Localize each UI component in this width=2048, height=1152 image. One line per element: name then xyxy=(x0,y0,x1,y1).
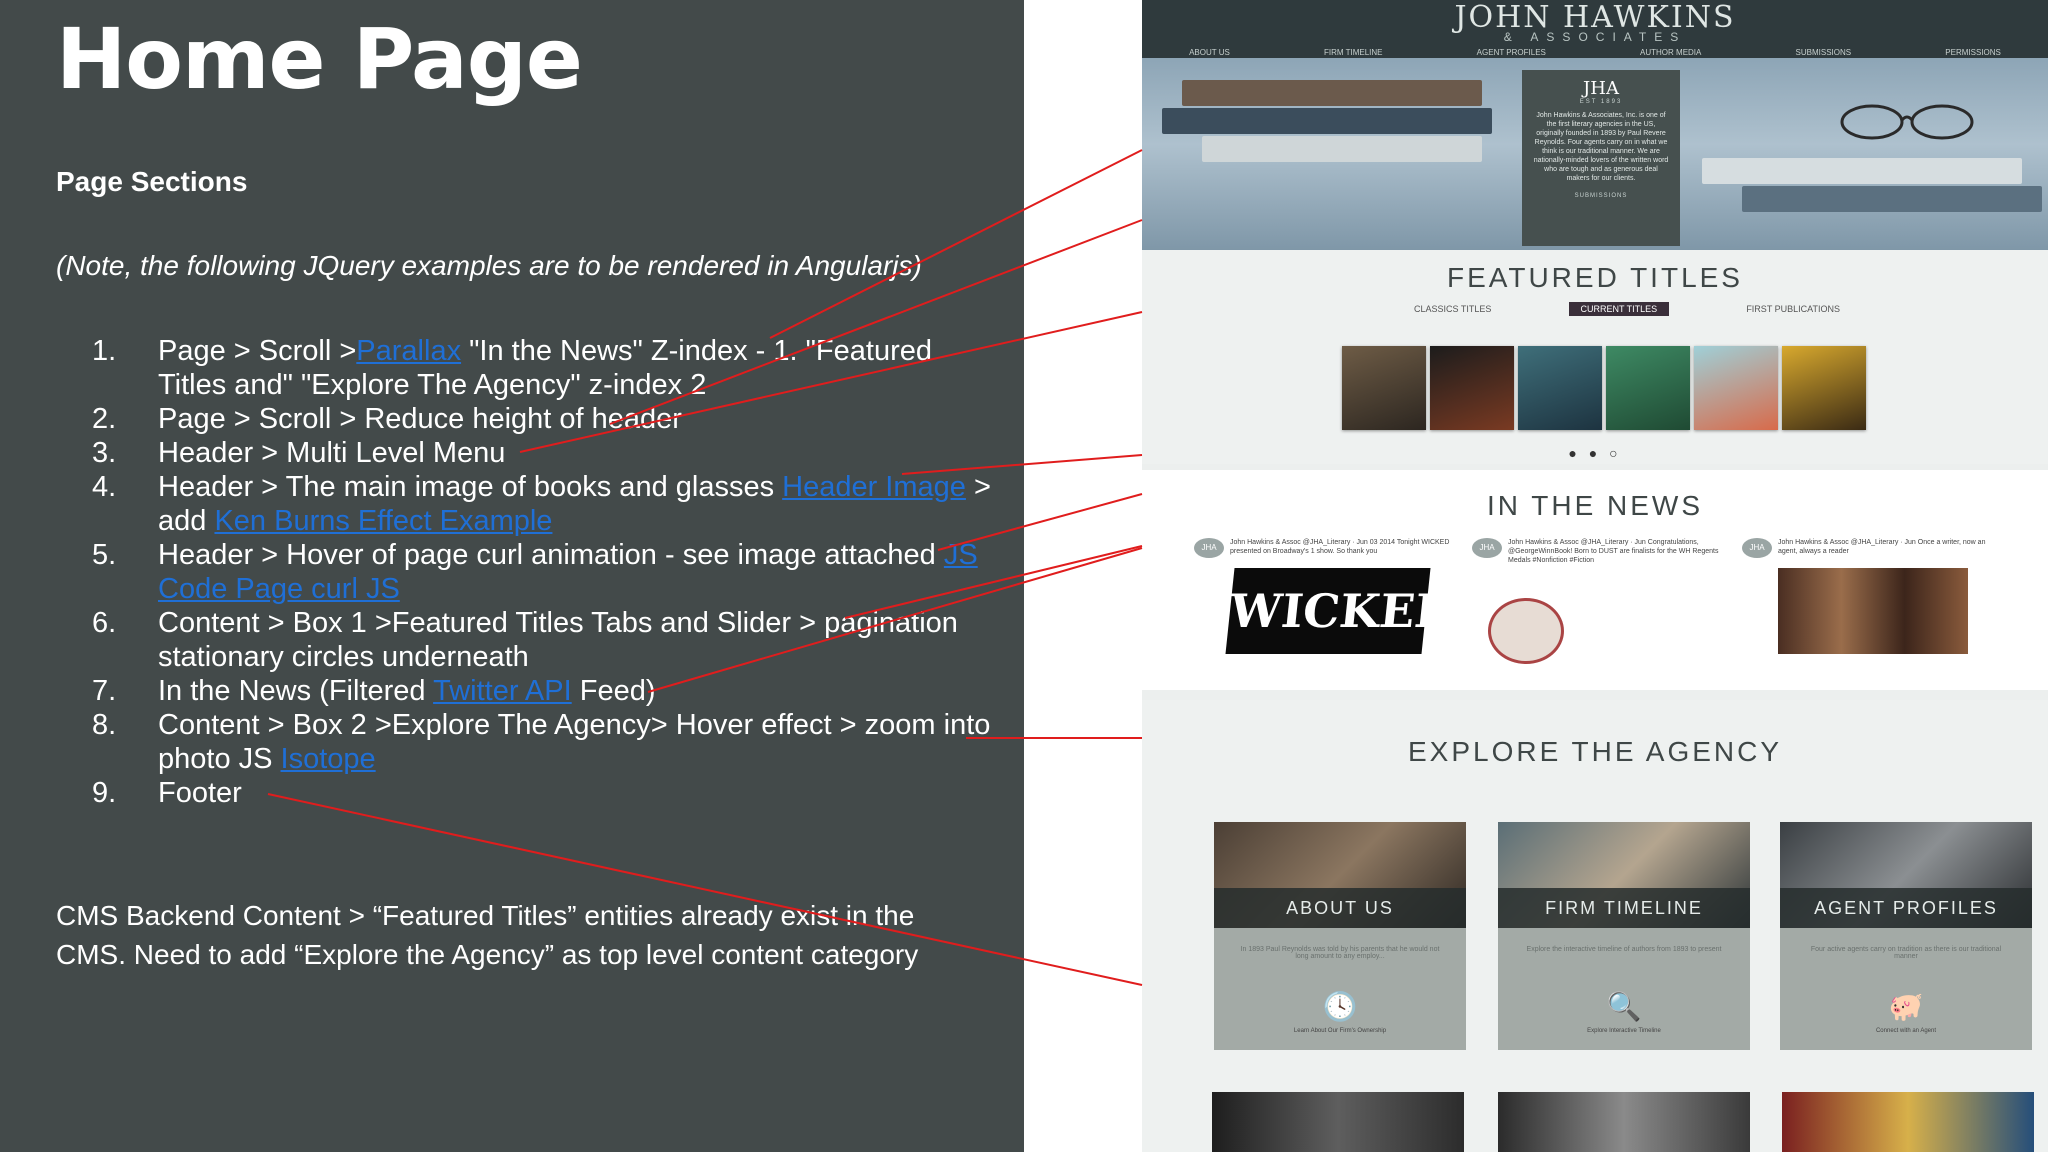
book-shape xyxy=(1182,80,1482,106)
book-cover[interactable] xyxy=(1430,346,1514,430)
header-image: JHA EST 1893 John Hawkins & Associates, … xyxy=(1142,58,2048,250)
requirements-list: 1. Page > Scroll >Parallax "In the News"… xyxy=(92,334,992,810)
list-item: 8. Content > Box 2 >Explore The Agency> … xyxy=(92,709,991,775)
jha-monogram: JHA xyxy=(1583,78,1619,99)
header-image-link[interactable]: Header Image xyxy=(782,471,966,503)
item-number: 3. xyxy=(92,437,117,469)
card-desc: Four active agents carry on tradition as… xyxy=(1810,946,2002,960)
list-item: 7. In the News (Filtered Twitter API Fee… xyxy=(92,675,656,707)
card-firm-timeline[interactable]: FIRM TIMELINE Explore the interactive ti… xyxy=(1498,822,1750,1050)
wicked-image: WICKED xyxy=(1225,568,1458,654)
tweet-card[interactable]: JHA John Hawkins & Assoc @JHA_Literary ·… xyxy=(1194,538,1458,668)
nav-about[interactable]: ABOUT US xyxy=(1189,48,1230,57)
intro-text: John Hawkins & Associates, Inc. is one o… xyxy=(1533,112,1669,182)
list-item: 3. Header > Multi Level Menu xyxy=(92,437,506,469)
list-item: 1. Page > Scroll >Parallax "In the News"… xyxy=(92,335,932,401)
card-label: FIRM TIMELINE xyxy=(1498,888,1750,928)
item-number: 8. xyxy=(92,709,117,741)
footer-thumb xyxy=(1782,1092,2034,1152)
sections-heading: Page Sections xyxy=(56,166,248,197)
nav-author-media[interactable]: AUTHOR MEDIA xyxy=(1640,48,1701,57)
avatar: JHA xyxy=(1472,538,1502,558)
card-link[interactable]: Connect with an Agent xyxy=(1780,1028,2032,1034)
submissions-link[interactable]: SUBMISSIONS xyxy=(1522,193,1680,199)
angular-note: (Note, the following JQuery examples are… xyxy=(56,250,922,281)
list-item: 6. Content > Box 1 >Featured Titles Tabs… xyxy=(92,607,958,673)
parallax-link[interactable]: Parallax xyxy=(356,335,461,367)
tweet-text: John Hawkins & Assoc @JHA_Literary · Jun… xyxy=(1508,539,1719,564)
footer-thumb xyxy=(1212,1092,1464,1152)
item-number: 4. xyxy=(92,471,117,503)
item-number: 5. xyxy=(92,539,117,571)
book-cover[interactable] xyxy=(1518,346,1602,430)
book-shape xyxy=(1742,186,2042,212)
book-shape xyxy=(1162,108,1492,134)
explore-heading: EXPLORE THE AGENCY xyxy=(1407,736,1783,767)
item-number: 2. xyxy=(92,403,117,435)
item-number: 7. xyxy=(92,675,117,707)
book-cover[interactable] xyxy=(1782,346,1866,430)
tweet-card[interactable]: JHA John Hawkins & Assoc @JHA_Literary ·… xyxy=(1472,538,1732,668)
award-image xyxy=(1488,598,1564,664)
nav-timeline[interactable]: FIRM TIMELINE xyxy=(1324,48,1383,57)
slider-pagination[interactable]: ● ● ○ xyxy=(1142,445,2048,461)
featured-titles-heading: FEATURED TITLES xyxy=(1446,262,1743,293)
list-item: 5. Header > Hover of page curl animation… xyxy=(92,539,978,605)
card-desc: In 1893 Paul Reynolds was told by his pa… xyxy=(1240,946,1440,960)
item-number: 9. xyxy=(92,777,117,809)
tweet-card[interactable]: JHA John Hawkins & Assoc @JHA_Literary ·… xyxy=(1742,538,2002,668)
tab-first-publications[interactable]: FIRST PUBLICATIONS xyxy=(1734,302,1852,316)
page-title: Home Page xyxy=(56,10,583,108)
intro-box[interactable]: JHA EST 1893 John Hawkins & Associates, … xyxy=(1522,70,1680,246)
book-shape xyxy=(1202,136,1482,162)
in-the-news-section: IN THE NEWS JHA John Hawkins & Assoc @JH… xyxy=(1142,470,2048,690)
cms-note: CMS Backend Content > “Featured Titles” … xyxy=(56,900,919,970)
list-item: 2. Page > Scroll > Reduce height of head… xyxy=(92,403,682,435)
tab-current[interactable]: CURRENT TITLES xyxy=(1568,302,1670,316)
tweet-text: John Hawkins & Assoc @JHA_Literary · Jun… xyxy=(1230,539,1450,555)
notes-panel: Home Page Page Sections (Note, the follo… xyxy=(0,0,1024,1152)
tab-classics[interactable]: CLASSICS TITLES xyxy=(1402,302,1503,316)
library-image xyxy=(1778,568,1968,654)
slide-gutter xyxy=(1024,0,1142,1152)
site-logo-sub: & ASSOCIATES xyxy=(1503,30,1687,44)
item-number: 6. xyxy=(92,607,117,639)
website-mockup: JOHN HAWKINS & ASSOCIATES ABOUT US FIRM … xyxy=(1142,0,2048,1152)
piggybank-icon: 🐖 xyxy=(1888,991,1924,1022)
card-label: AGENT PROFILES xyxy=(1780,888,2032,928)
isotope-link[interactable]: Isotope xyxy=(281,743,376,775)
site-header: JOHN HAWKINS & ASSOCIATES ABOUT US FIRM … xyxy=(1142,0,2048,60)
list-item: 4. Header > The main image of books and … xyxy=(92,471,991,537)
book-cover[interactable] xyxy=(1606,346,1690,430)
clock-icon: 🕓 xyxy=(1322,991,1358,1022)
featured-tabs: CLASSICS TITLES CURRENT TITLES FIRST PUB… xyxy=(1402,302,1852,316)
card-about-us[interactable]: ABOUT US In 1893 Paul Reynolds was told … xyxy=(1214,822,1466,1050)
news-heading: IN THE NEWS xyxy=(1486,490,1704,521)
footer-thumb xyxy=(1498,1092,1750,1152)
tweet-text: John Hawkins & Assoc @JHA_Literary · Jun… xyxy=(1778,539,1986,555)
book-cover[interactable] xyxy=(1694,346,1778,430)
avatar: JHA xyxy=(1194,538,1224,558)
card-label: ABOUT US xyxy=(1214,888,1466,928)
card-desc: Explore the interactive timeline of auth… xyxy=(1526,946,1722,953)
nav-submissions[interactable]: SUBMISSIONS xyxy=(1796,48,1852,57)
card-link[interactable]: Learn About Our Firm's Ownership xyxy=(1214,1028,1466,1034)
avatar: JHA xyxy=(1742,538,1772,558)
card-link[interactable]: Explore Interactive Timeline xyxy=(1498,1028,1750,1034)
ken-burns-link[interactable]: Ken Burns Effect Example xyxy=(214,505,552,537)
nav-permissions[interactable]: PERMISSIONS xyxy=(1945,48,2001,57)
book-shape xyxy=(1702,158,2022,184)
item-number: 1. xyxy=(92,335,117,367)
twitter-api-link[interactable]: Twitter API xyxy=(433,675,572,707)
list-item: 9. Footer xyxy=(92,777,242,809)
glasses-icon xyxy=(1840,104,1974,140)
explore-agency-section: EXPLORE THE AGENCY ABOUT US In 1893 Paul… xyxy=(1142,700,2048,1152)
slide: Home Page Page Sections (Note, the follo… xyxy=(0,0,2048,1152)
magnifier-icon: 🔍 xyxy=(1606,991,1642,1022)
card-agent-profiles[interactable]: AGENT PROFILES Four active agents carry … xyxy=(1780,822,2032,1050)
nav-agents[interactable]: AGENT PROFILES xyxy=(1477,48,1546,57)
book-cover[interactable] xyxy=(1342,346,1426,430)
featured-titles-section: FEATURED TITLES CLASSICS TITLES CURRENT … xyxy=(1142,250,2048,464)
